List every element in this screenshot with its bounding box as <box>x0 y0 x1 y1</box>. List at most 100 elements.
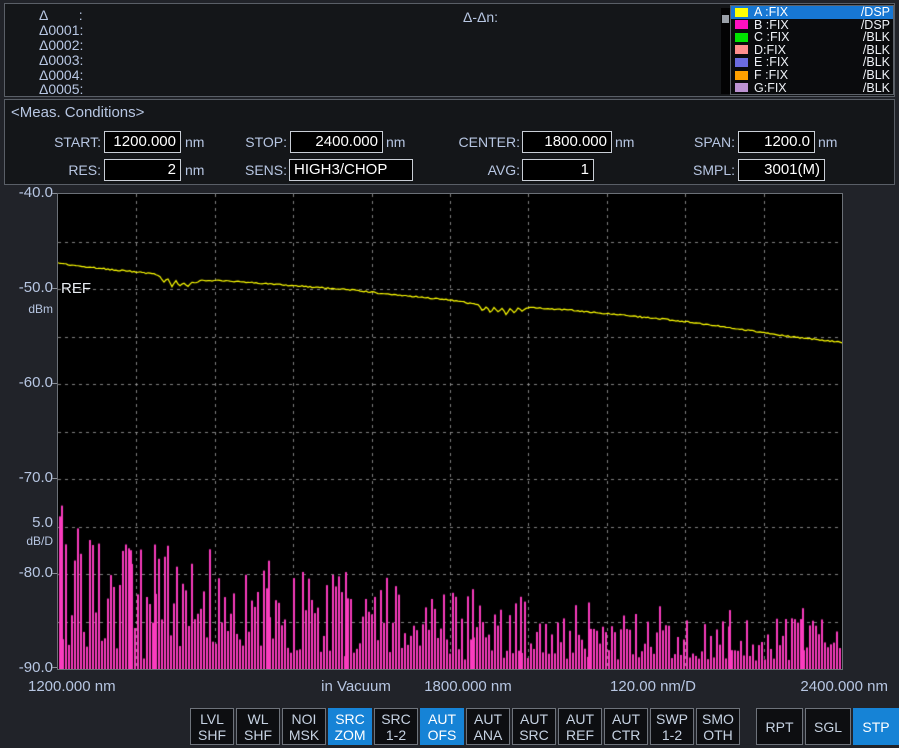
trace-row-d[interactable]: D:FIX/BLK <box>731 44 893 57</box>
toolbar-button-line: SRC <box>513 727 555 743</box>
toolbar-button-line: CTR <box>605 727 647 743</box>
start-label: START: <box>5 131 101 153</box>
toolbar-button-line: REF <box>559 727 601 743</box>
avg-field[interactable]: 1 <box>522 159 594 181</box>
y-axis-label: dB/D <box>0 534 53 548</box>
toolbar-button-swp-1-2[interactable]: SWP1-2 <box>650 708 694 745</box>
toolbar-button-aut-ana[interactable]: AUTANA <box>466 708 510 745</box>
trace-row-f[interactable]: F :FIX/BLK <box>731 69 893 82</box>
osa-screen: Δ :Δ0001:Δ0002:Δ0003:Δ0004:Δ0005: Δ-Δn: … <box>0 0 899 748</box>
toolbar-button-src-zom[interactable]: SRCZOM <box>328 708 372 745</box>
meas-conditions-panel: <Meas. Conditions> START:1200.000 nm STOP:… <box>4 99 895 185</box>
toolbar-button-line: 1-2 <box>375 727 417 743</box>
soft-key-toolbar: LVLSHFWLSHFNOIMSKSRCZOMSRC1-2AUTOFSAUTAN… <box>190 708 740 745</box>
trace-row-c[interactable]: C :FIX/BLK <box>731 31 893 44</box>
trace-scrollbar-thumb[interactable] <box>722 15 729 23</box>
toolbar-button-line: ZOM <box>329 727 371 743</box>
toolbar-button-rpt[interactable]: RPT <box>756 708 803 745</box>
x-start-label: 1200.000 nm <box>28 678 116 695</box>
res-field[interactable]: 2 <box>104 159 181 181</box>
toolbar-button-line: 1-2 <box>651 727 693 743</box>
trace-color-swatch <box>735 8 748 17</box>
trace-scrollbar[interactable] <box>721 8 730 94</box>
smpl-label: SMPL: <box>623 159 735 181</box>
center-field[interactable]: 1800.000 <box>522 131 612 153</box>
toolbar-button-lvl-shf[interactable]: LVLSHF <box>190 708 234 745</box>
x-stop-label: 2400.000 nm <box>800 678 888 695</box>
x-axis: 1200.000 nm in Vacuum 1800.000 nm 120.00… <box>0 678 899 698</box>
trace-color-swatch <box>735 71 748 80</box>
toolbar-button-aut-ctr[interactable]: AUTCTR <box>604 708 648 745</box>
trace-color-swatch <box>735 20 748 29</box>
trace-color-swatch <box>735 58 748 67</box>
meas-conditions-title: <Meas. Conditions> <box>11 104 144 121</box>
delta-marker-list: Δ :Δ0001:Δ0002:Δ0003:Δ0004:Δ0005: <box>39 8 83 97</box>
trace-list: A :FIX/DSPB :FIX/DSPC :FIX/BLKD:FIX/BLKE… <box>730 5 894 95</box>
toolbar-button-line: LVL <box>191 711 233 727</box>
y-axis-label: -50.0 <box>0 279 53 296</box>
toolbar-button-line: ANA <box>467 727 509 743</box>
span-label: SPAN: <box>623 131 735 153</box>
span-field[interactable]: 1200.0 <box>738 131 815 153</box>
toolbar-button-wl-shf[interactable]: WLSHF <box>236 708 280 745</box>
stop-label: STOP: <box>185 131 287 153</box>
stop-unit: nm <box>386 131 405 153</box>
toolbar-button-line: SHF <box>191 727 233 743</box>
toolbar-button-line: WL <box>237 711 279 727</box>
toolbar-button-line: MSK <box>283 727 325 743</box>
y-axis-label: -40.0 <box>0 184 53 201</box>
stop-field[interactable]: 2400.000 <box>290 131 383 153</box>
toolbar-button-smo-oth[interactable]: SMOOTH <box>696 708 740 745</box>
trace-color-swatch <box>735 45 748 54</box>
delta-marker-row-3: Δ0003: <box>39 53 83 68</box>
toolbar-button-line: OTH <box>697 727 739 743</box>
toolbar-button-line: OFS <box>421 727 463 743</box>
x-per-div-label: 120.00 nm/D <box>598 678 708 695</box>
delta-marker-row-2: Δ0002: <box>39 38 83 53</box>
delta-marker-row-4: Δ0004: <box>39 68 83 83</box>
toolbar-button-line: SRC <box>375 711 417 727</box>
trace-row-g[interactable]: G:FIX/BLK <box>731 81 893 94</box>
span-unit: nm <box>818 131 837 153</box>
x-center-label: 1800.000 nm <box>416 678 520 695</box>
sweep-control-toolbar: RPTSGLSTP <box>756 708 899 745</box>
y-axis-label: -70.0 <box>0 469 53 486</box>
toolbar-button-line: SMO <box>697 711 739 727</box>
marker-panel: Δ :Δ0001:Δ0002:Δ0003:Δ0004:Δ0005: Δ-Δn: … <box>4 3 895 97</box>
toolbar-button-src-1-2[interactable]: SRC1-2 <box>374 708 418 745</box>
y-axis-label: -60.0 <box>0 374 53 391</box>
toolbar-button-line: AUT <box>559 711 601 727</box>
ref-level-label: REF <box>61 280 91 297</box>
center-label: CENTER: <box>405 131 520 153</box>
spectrum-canvas <box>58 194 842 669</box>
y-axis-label: dBm <box>0 302 53 316</box>
trace-row-b[interactable]: B :FIX/DSP <box>731 19 893 32</box>
res-label: RES: <box>5 159 101 181</box>
toolbar-button-line: NOI <box>283 711 325 727</box>
delta-fn-label: Δ-Δn: <box>463 9 498 25</box>
toolbar-button-line: SWP <box>651 711 693 727</box>
toolbar-button-aut-ref[interactable]: AUTREF <box>558 708 602 745</box>
toolbar-button-sgl[interactable]: SGL <box>805 708 851 745</box>
y-axis-label: -80.0 <box>0 564 53 581</box>
toolbar-button-line: AUT <box>421 711 463 727</box>
sens-field[interactable]: HIGH3/CHOP <box>289 159 413 181</box>
smpl-field[interactable]: 3001(M) <box>738 159 825 181</box>
toolbar-button-aut-ofs[interactable]: AUTOFS <box>420 708 464 745</box>
trace-id-label: G:FIX <box>754 81 787 95</box>
trace-row-e[interactable]: E :FIX/BLK <box>731 56 893 69</box>
toolbar-button-stp[interactable]: STP <box>853 708 899 745</box>
medium-label: in Vacuum <box>300 678 412 695</box>
toolbar-button-line: AUT <box>467 711 509 727</box>
toolbar-button-line: AUT <box>605 711 647 727</box>
trace-color-swatch <box>735 83 748 92</box>
start-field[interactable]: 1200.000 <box>104 131 181 153</box>
trace-row-a[interactable]: A :FIX/DSP <box>731 6 893 19</box>
y-axis-label: 5.0 <box>0 514 53 531</box>
toolbar-button-noi-msk[interactable]: NOIMSK <box>282 708 326 745</box>
delta-marker-row-1: Δ0001: <box>39 23 83 38</box>
toolbar-button-line: SHF <box>237 727 279 743</box>
toolbar-button-aut-src[interactable]: AUTSRC <box>512 708 556 745</box>
toolbar-button-line: AUT <box>513 711 555 727</box>
delta-marker-row-5: Δ0005: <box>39 82 83 97</box>
